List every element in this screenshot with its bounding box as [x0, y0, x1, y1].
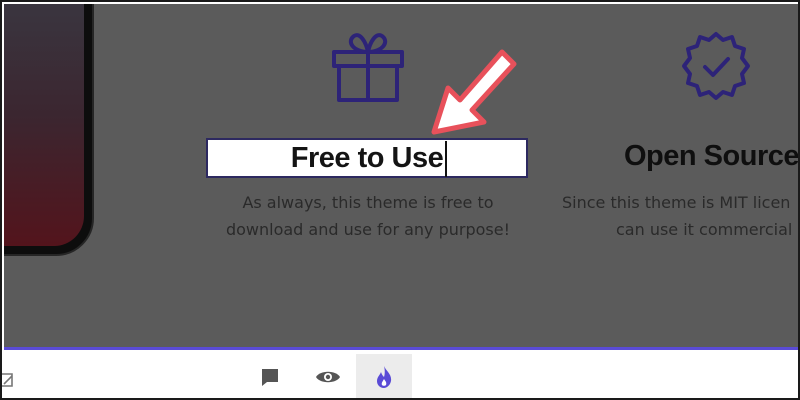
phone-screen [4, 4, 84, 246]
feature-description-line: Since this theme is MIT licen [562, 193, 791, 212]
external-link-icon[interactable] [2, 370, 14, 388]
comments-button[interactable] [242, 354, 298, 398]
phone-mockup [4, 4, 94, 256]
flame-icon [377, 366, 392, 388]
gift-icon [332, 33, 404, 102]
feature-title-input[interactable]: Free to Use [206, 138, 528, 178]
feature-title-2: Open Source [624, 140, 799, 172]
verified-badge-icon [682, 32, 750, 100]
annotation-arrow-icon [431, 49, 517, 135]
feature-description: As always, this theme is free to downloa… [192, 189, 544, 243]
feature-description-line: download and use for any purpose! [225, 220, 511, 239]
feature-title-text: Free to Use [290, 141, 444, 174]
preview-button[interactable] [300, 354, 356, 398]
eye-icon [316, 371, 340, 383]
feature-description-line: As always, this theme is free to [242, 193, 494, 212]
comment-icon [262, 369, 278, 386]
text-caret [445, 141, 447, 177]
trending-button[interactable] [356, 354, 412, 398]
feature-description-line: can use it commercial [616, 220, 793, 239]
feature-description-2: Since this theme is MIT licen can use it… [562, 189, 798, 243]
screenshot-frame: Free to Use As always, this theme is fre… [0, 0, 800, 400]
